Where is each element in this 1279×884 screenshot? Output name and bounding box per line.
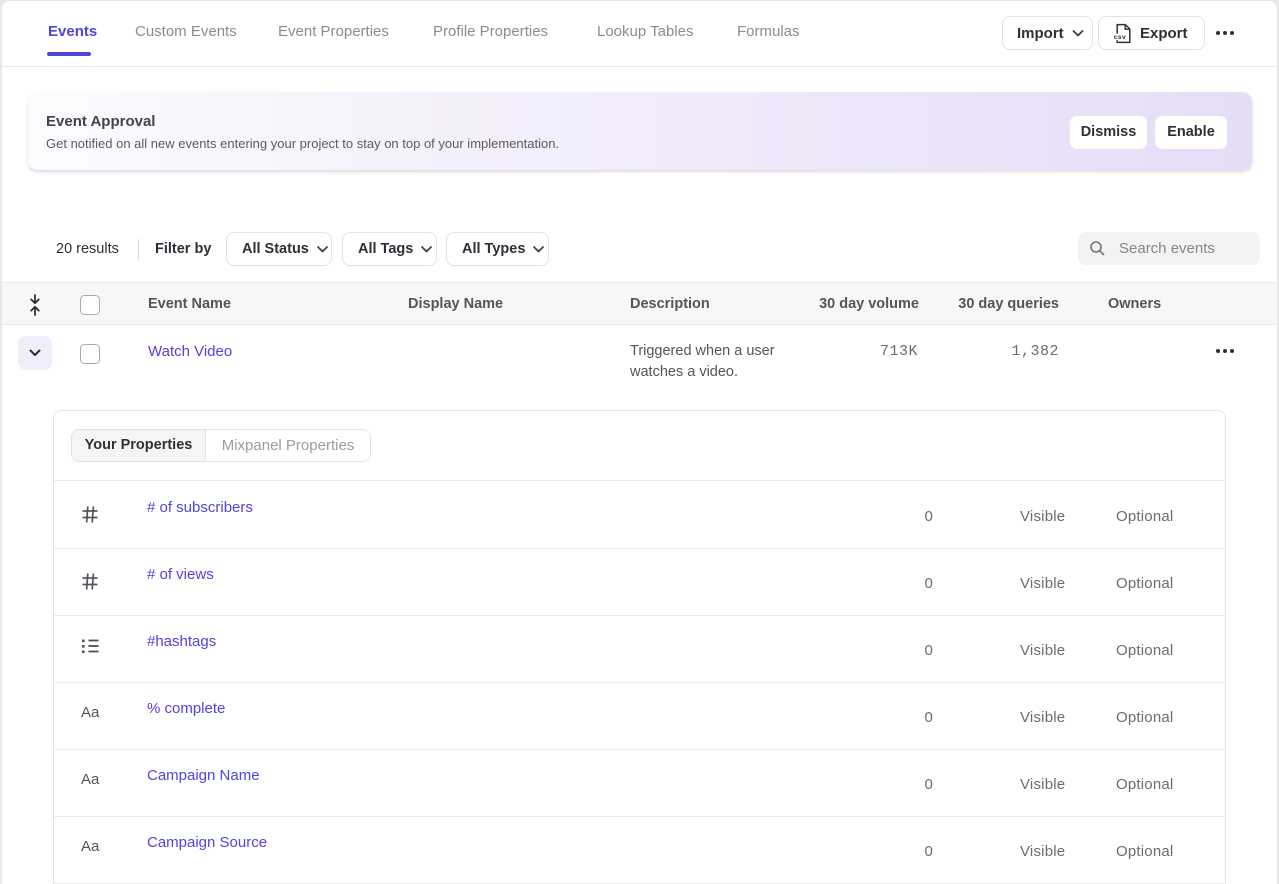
svg-text:csv: csv: [1114, 34, 1126, 42]
